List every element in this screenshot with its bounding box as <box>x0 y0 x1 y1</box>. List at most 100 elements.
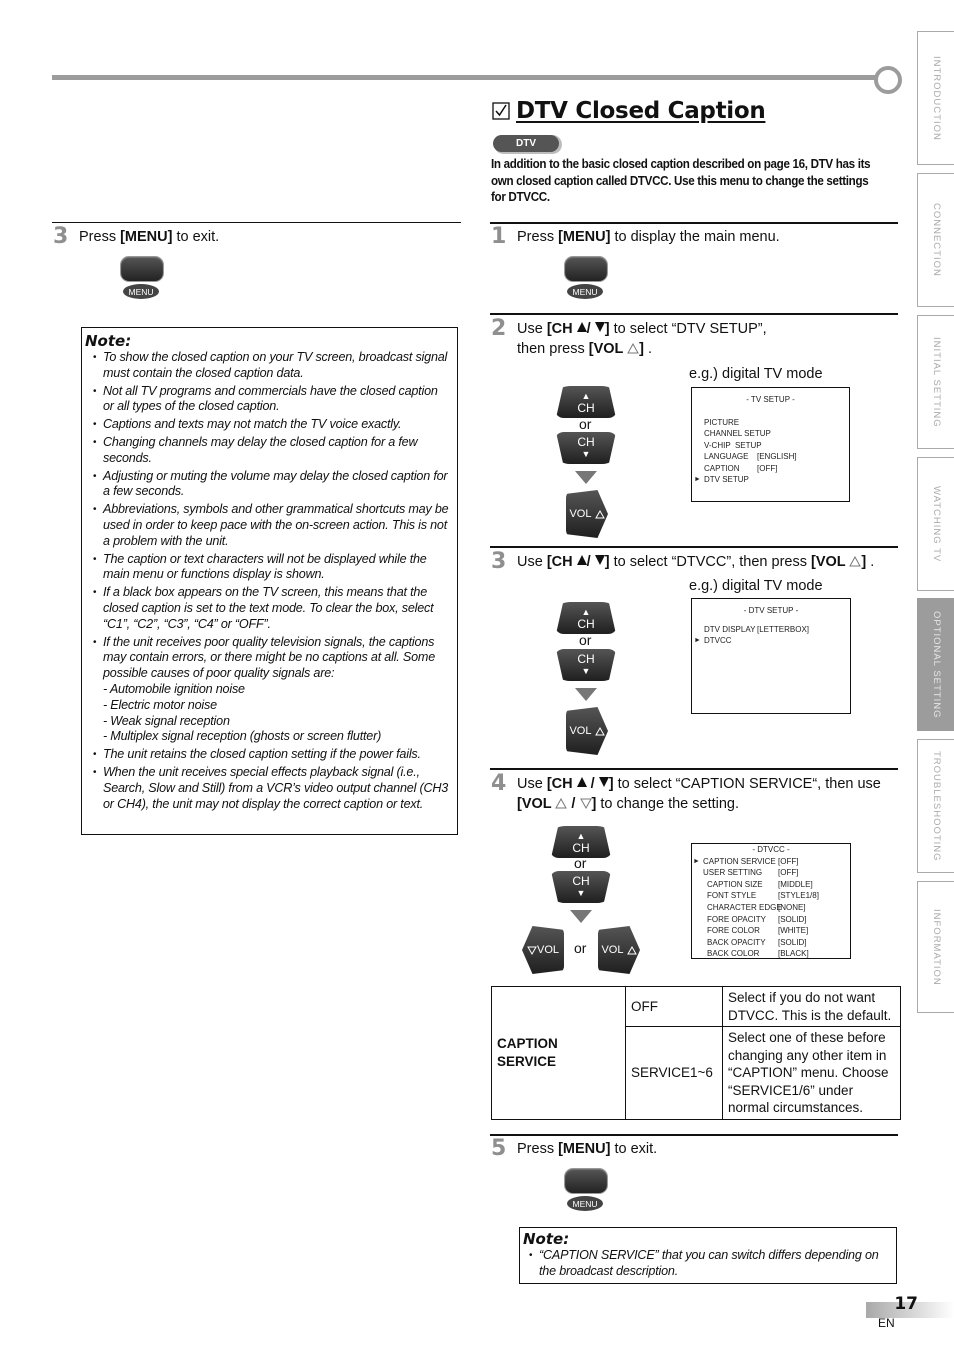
note-sub-item: - Multiplex signal reception (ghosts or … <box>103 729 382 744</box>
header-rule <box>52 75 888 80</box>
menu-button-icon <box>564 1168 608 1194</box>
osd-item-value: [MIDDLE] <box>778 879 813 889</box>
side-tab-introduction[interactable]: INTRODUCTION <box>917 31 954 165</box>
step-text: then press <box>517 341 589 357</box>
outline-up-triangle-icon <box>594 509 605 518</box>
marker-spacer <box>694 463 704 475</box>
osd-item-label: CAPTION SERVICE <box>703 856 776 866</box>
note-list: To show the closed caption on your TV sc… <box>93 350 451 812</box>
step-instruction: Use [CH / ] to select “DTV SETUP”, then … <box>517 319 767 359</box>
osd-item-label: BACK COLOR <box>707 949 760 959</box>
osd-rows: ► CAPTION SERVICE [OFF] USER SETTING [OFF] CA… <box>693 856 850 960</box>
side-tab-connection[interactable]: CONNECTION <box>917 173 954 307</box>
side-tab-label: OPTIONAL SETTING <box>931 610 942 719</box>
next-arrow-icon <box>570 910 592 923</box>
osd-menu-item: BACK COLOR [BLACK] <box>703 948 850 960</box>
note-item: The unit retains the closed caption sett… <box>93 747 451 763</box>
down-triangle-icon <box>594 555 605 565</box>
side-tab-optional-setting[interactable]: OPTIONAL SETTING <box>917 598 954 731</box>
key-name: [VOL <box>517 796 556 812</box>
ch-down-button-icon: CH ▼ <box>556 649 616 681</box>
osd-menu-item: ► DTVCC <box>694 635 850 647</box>
vol-up-button-icon: VOL <box>566 707 608 755</box>
note-item: Not all TV programs and commercials have… <box>93 384 451 416</box>
marker-spacer <box>693 890 703 902</box>
vol-up-button-icon: VOL <box>566 490 608 538</box>
osd-menu-item: DTV DISPLAY [LETTERBOX] <box>704 624 850 636</box>
side-tab-troubleshooting[interactable]: TROUBLESHOOTING <box>917 739 954 873</box>
checkbox-checked-icon <box>492 102 510 120</box>
or-label: or <box>579 632 592 648</box>
step-text: to change the setting. <box>596 796 740 812</box>
button-label: CH <box>577 401 595 415</box>
ch-down-button-icon: CH ▼ <box>556 432 616 464</box>
step-instruction: Press [MENU] to display the main menu. <box>517 227 780 247</box>
note-item: To show the closed caption on your TV sc… <box>93 350 451 382</box>
key-separator: / <box>586 554 595 570</box>
caption-service-table: CAPTION SERVICE OFF Select if you do not… <box>491 986 901 1120</box>
step-instruction: Use [CH / ] to select “CAPTION SERVICE“,… <box>517 774 881 814</box>
osd-item-label: V-CHIP SETUP <box>704 440 762 450</box>
osd-menu-item: V-CHIP SETUP <box>704 440 849 452</box>
osd-item-value: [BLACK] <box>778 949 809 959</box>
step-number: 2 <box>491 316 507 341</box>
osd-menu-item: ► DTV SETUP <box>694 474 849 486</box>
marker-spacer <box>694 417 704 429</box>
button-label: CH <box>572 841 590 855</box>
tv-setup-osd: - TV SETUP - PICTURE CHANNEL SETUP V-CHIP … <box>691 387 850 502</box>
side-tab-label: WATCHING TV <box>931 485 942 563</box>
button-label: VOL <box>601 944 624 956</box>
dtvcc-osd: - DTVCC - ► CAPTION SERVICE [OFF] USER SETT… <box>691 843 851 959</box>
marker-spacer <box>693 914 703 926</box>
table-header-cell: CAPTION SERVICE <box>491 986 626 1120</box>
button-label: CH <box>572 874 590 888</box>
key-name: [CH <box>546 321 577 337</box>
outline-up-triangle-icon <box>627 343 640 354</box>
step-divider <box>52 222 461 223</box>
side-tab-watching-tv[interactable]: WATCHING TV <box>917 457 954 591</box>
note-item: Abbreviations, symbols and other grammat… <box>93 502 451 549</box>
osd-item-value: [WHITE] <box>778 926 809 936</box>
marker-spacer <box>694 624 704 636</box>
side-tab-label: TROUBLESHOOTING <box>931 750 942 862</box>
key-name: [VOL <box>588 341 628 357</box>
side-tab-label: CONNECTION <box>931 203 942 277</box>
note-item: If the unit receives poor quality televi… <box>93 635 451 682</box>
vol-up-button-icon: VOL <box>598 926 640 974</box>
key-separator: / <box>586 321 595 337</box>
outline-up-triangle-icon <box>555 798 568 809</box>
marker-spacer <box>693 879 703 891</box>
option-cell: SERVICE1~6 <box>625 1026 723 1120</box>
osd-item-label: CAPTION SIZE <box>707 879 763 889</box>
osd-title: - DTVCC - <box>752 845 790 854</box>
note-sub-item: - Weak signal reception <box>103 713 230 728</box>
marker-spacer <box>693 937 703 949</box>
button-label: CH <box>577 435 595 449</box>
key-name: [MENU] <box>558 229 611 245</box>
down-arrow-glyph: ▼ <box>581 449 591 459</box>
ch-up-button-icon: ▲ CH <box>551 826 611 858</box>
osd-item-value: [OFF] <box>757 463 778 473</box>
step-text: to exit. <box>172 229 220 245</box>
ch-down-button-icon: CH ▼ <box>551 871 611 903</box>
osd-title: - DTV SETUP - <box>743 606 799 615</box>
side-tab-information[interactable]: INFORMATION <box>917 881 954 1013</box>
osd-item-label: DTV DISPLAY <box>704 624 756 634</box>
note-item: Changing channels may delay the closed c… <box>93 435 451 467</box>
header-circle-ornament <box>874 66 902 94</box>
osd-menu-item: CHANNEL SETUP <box>704 428 849 440</box>
marker-spacer <box>694 428 704 440</box>
osd-item-label: FORE OPACITY <box>707 914 766 924</box>
menu-button-label: MENU <box>567 1196 603 1211</box>
osd-item-label: FORE COLOR <box>707 926 760 936</box>
side-tab-initial-setting[interactable]: INITIAL SETTING <box>917 315 954 449</box>
up-triangle-icon <box>576 555 587 565</box>
or-label: or <box>574 855 587 871</box>
button-label: VOL <box>569 725 592 737</box>
osd-item-value: [LETTERBOX] <box>757 624 810 634</box>
page-title: DTV Closed Caption <box>516 98 766 124</box>
side-tab-label: INTRODUCTION <box>931 55 942 141</box>
step-text: Press <box>517 1141 559 1157</box>
outline-up-triangle-icon <box>626 945 637 954</box>
note-item: Captions and texts may not match the TV … <box>93 417 451 433</box>
